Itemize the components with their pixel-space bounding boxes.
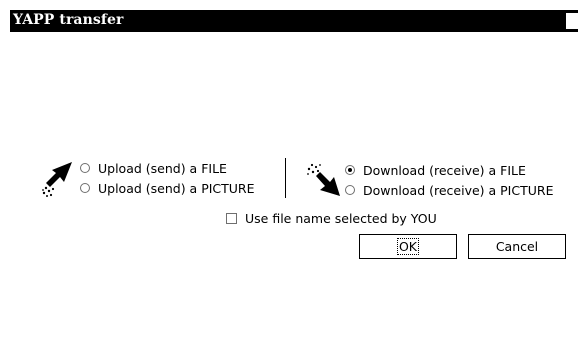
download-picture-option[interactable]: Download (receive) a PICTURE (345, 182, 553, 198)
upload-picture-radio[interactable] (80, 183, 90, 193)
cancel-button[interactable]: Cancel (468, 234, 566, 259)
upload-arrow-icon (42, 162, 74, 198)
download-file-radio[interactable] (345, 165, 355, 175)
download-picture-label: Download (receive) a PICTURE (363, 182, 554, 198)
use-file-name-checkbox[interactable] (226, 212, 237, 224)
download-file-option[interactable]: Download (receive) a FILE (345, 162, 526, 178)
cancel-button-label: Cancel (495, 239, 539, 254)
ok-button-label: OK (396, 238, 420, 255)
upload-picture-option[interactable]: Upload (send) a PICTURE (80, 180, 255, 196)
upload-picture-label: Upload (send) a PICTURE (98, 180, 255, 196)
download-arrow-icon (306, 162, 342, 198)
title-bar[interactable]: YAPP transfer (10, 10, 578, 32)
upload-file-radio[interactable] (80, 163, 90, 173)
use-file-name-option[interactable]: Use file name selected by YOU (226, 210, 437, 226)
window-control-button[interactable] (566, 13, 578, 29)
section-divider (285, 158, 286, 198)
download-picture-radio[interactable] (345, 185, 355, 195)
ok-button[interactable]: OK (359, 234, 457, 259)
use-file-name-label: Use file name selected by YOU (245, 210, 437, 226)
upload-file-option[interactable]: Upload (send) a FILE (80, 160, 227, 176)
upload-file-label: Upload (send) a FILE (98, 160, 227, 176)
window-title: YAPP transfer (13, 12, 124, 28)
download-file-label: Download (receive) a FILE (363, 162, 526, 178)
